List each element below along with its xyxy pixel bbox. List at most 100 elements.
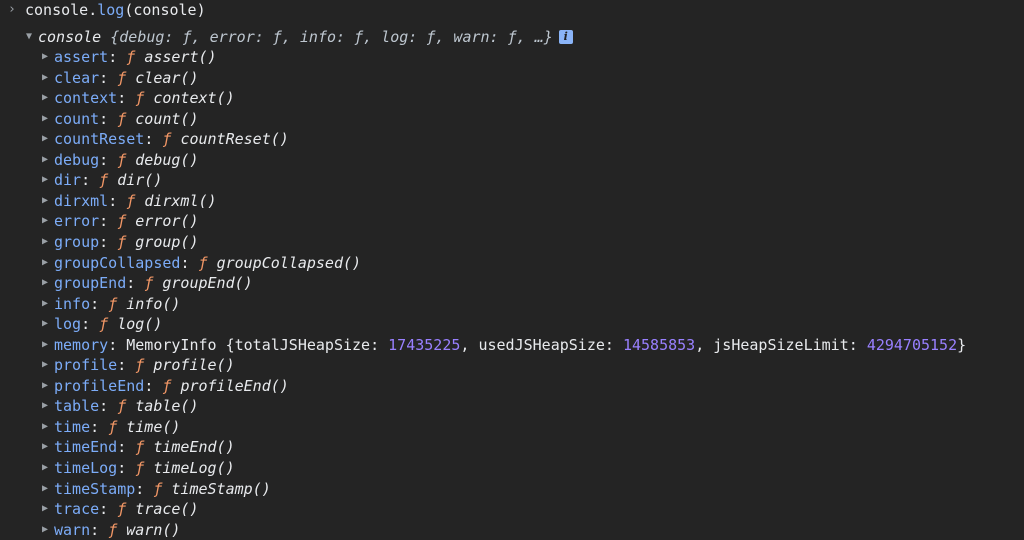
expand-triangle-icon[interactable]: ▶ xyxy=(42,170,48,190)
function-signature: countReset() xyxy=(180,130,289,149)
property-entry: profileEnd: ƒ profileEnd() xyxy=(54,376,289,395)
property-type: MemoryInfo xyxy=(126,335,217,354)
memory-value: 14585853 xyxy=(622,335,696,354)
expand-triangle-icon[interactable]: ▶ xyxy=(42,68,48,88)
memory-key: jsHeapSizeLimit xyxy=(713,335,849,354)
property-entry: countReset: ƒ countReset() xyxy=(54,130,289,149)
expand-triangle-icon[interactable]: ▶ xyxy=(42,437,48,457)
function-signature: groupCollapsed() xyxy=(216,253,362,272)
function-symbol-icon: ƒ xyxy=(135,438,145,457)
property-entry: groupCollapsed: ƒ groupCollapsed() xyxy=(54,253,362,272)
property-key: context xyxy=(54,89,118,108)
expand-triangle-icon[interactable]: ▶ xyxy=(42,88,48,108)
function-symbol-icon: ƒ xyxy=(99,171,109,190)
function-signature: trace() xyxy=(135,500,199,519)
expand-triangle-icon[interactable]: ▶ xyxy=(42,499,48,519)
property-entry: timeEnd: ƒ timeEnd() xyxy=(54,438,235,457)
expand-triangle-icon[interactable]: ▶ xyxy=(42,376,48,396)
function-signature: timeEnd() xyxy=(153,438,235,457)
property-key: time xyxy=(54,417,91,436)
function-signature: groupEnd() xyxy=(162,274,253,293)
function-signature: log() xyxy=(117,315,163,334)
command-text: console.log(console) xyxy=(25,1,206,19)
property-entry: context: ƒ context() xyxy=(54,89,235,108)
property-key: dirxml xyxy=(54,191,109,210)
function-symbol-icon: ƒ xyxy=(144,274,154,293)
function-symbol-icon: ƒ xyxy=(135,356,145,375)
expand-triangle-icon[interactable]: ▶ xyxy=(42,253,48,273)
property-key: debug xyxy=(54,150,100,169)
function-signature: timeLog() xyxy=(153,459,235,477)
expand-triangle-icon[interactable]: ▶ xyxy=(42,129,48,149)
expand-triangle-icon[interactable]: ▶ xyxy=(42,417,48,437)
property-key: warn xyxy=(54,520,91,539)
prompt-chevron-icon: › xyxy=(8,2,16,17)
property-key: count xyxy=(54,109,100,128)
function-symbol-icon: ƒ xyxy=(117,68,127,87)
object-summary: {debug: ƒ, error: ƒ, info: ƒ, log: ƒ, wa… xyxy=(110,28,553,46)
expand-triangle-icon[interactable]: ▶ xyxy=(42,150,48,170)
function-signature: info() xyxy=(126,294,181,313)
expand-triangle-icon[interactable]: ▶ xyxy=(42,47,48,67)
function-signature: error() xyxy=(135,212,199,231)
property-entry: table: ƒ table() xyxy=(54,397,199,416)
function-signature: profileEnd() xyxy=(180,376,289,395)
function-signature: group() xyxy=(135,232,199,251)
property-key: info xyxy=(54,294,91,313)
property-key: log xyxy=(54,315,82,334)
function-symbol-icon: ƒ xyxy=(99,315,109,334)
expand-triangle-icon[interactable]: ▶ xyxy=(42,458,48,478)
property-key: profileEnd xyxy=(54,376,145,395)
property-entry: profile: ƒ profile() xyxy=(54,356,235,375)
property-key: clear xyxy=(54,68,100,87)
object-preview[interactable]: console {debug: ƒ, error: ƒ, info: ƒ, lo… xyxy=(38,27,573,47)
expand-triangle-icon[interactable]: ▶ xyxy=(42,232,48,252)
expand-triangle-icon[interactable]: ▼ xyxy=(26,27,32,47)
property-entry: dir: ƒ dir() xyxy=(54,171,163,190)
property-entry: log: ƒ log() xyxy=(54,315,163,334)
property-entry: debug: ƒ debug() xyxy=(54,150,199,169)
expand-triangle-icon[interactable]: ▶ xyxy=(42,211,48,231)
property-key: timeEnd xyxy=(54,438,118,457)
property-entry: clear: ƒ clear() xyxy=(54,68,199,87)
property-entry: timeLog: ƒ timeLog() xyxy=(54,459,235,477)
memory-key: usedJSHeapSize xyxy=(478,335,605,354)
property-entry: error: ƒ error() xyxy=(54,212,199,231)
expand-triangle-icon[interactable]: ▶ xyxy=(42,396,48,416)
function-symbol-icon: ƒ xyxy=(108,417,118,436)
expand-triangle-icon[interactable]: ▶ xyxy=(42,273,48,293)
property-key: timeLog xyxy=(54,459,118,477)
expand-triangle-icon[interactable]: ▶ xyxy=(42,314,48,334)
expand-triangle-icon[interactable]: ▶ xyxy=(42,355,48,375)
info-icon[interactable]: i xyxy=(558,30,573,44)
expand-triangle-icon[interactable]: ▶ xyxy=(42,294,48,314)
property-key: profile xyxy=(54,356,118,375)
property-key: table xyxy=(54,397,100,416)
object-name: console xyxy=(38,28,102,46)
property-entry: info: ƒ info() xyxy=(54,294,181,313)
expand-triangle-icon[interactable]: ▶ xyxy=(42,335,48,355)
function-signature: count() xyxy=(135,109,199,128)
expand-triangle-icon[interactable]: ▶ xyxy=(42,520,48,540)
function-signature: table() xyxy=(135,397,199,416)
function-symbol-icon: ƒ xyxy=(117,109,127,128)
property-key: error xyxy=(54,212,100,231)
property-entry: trace: ƒ trace() xyxy=(54,500,199,519)
property-entry: count: ƒ count() xyxy=(54,109,199,128)
property-entry: dirxml: ƒ dirxml() xyxy=(54,191,217,210)
property-entry: timeStamp: ƒ timeStamp() xyxy=(54,479,271,498)
expand-triangle-icon[interactable]: ▶ xyxy=(42,109,48,129)
property-entry: group: ƒ group() xyxy=(54,232,199,251)
property-entry: memory: MemoryInfo {totalJSHeapSize: 174… xyxy=(54,335,967,354)
function-signature: warn() xyxy=(126,520,181,539)
function-symbol-icon: ƒ xyxy=(198,253,208,272)
expand-triangle-icon[interactable]: ▶ xyxy=(42,479,48,499)
expand-triangle-icon[interactable]: ▶ xyxy=(42,191,48,211)
property-key: trace xyxy=(54,500,100,519)
function-signature: time() xyxy=(126,417,181,436)
function-symbol-icon: ƒ xyxy=(108,294,118,313)
function-signature: context() xyxy=(153,89,235,108)
property-key: groupEnd xyxy=(54,274,127,293)
function-symbol-icon: ƒ xyxy=(117,150,127,169)
property-key: dir xyxy=(54,171,82,190)
